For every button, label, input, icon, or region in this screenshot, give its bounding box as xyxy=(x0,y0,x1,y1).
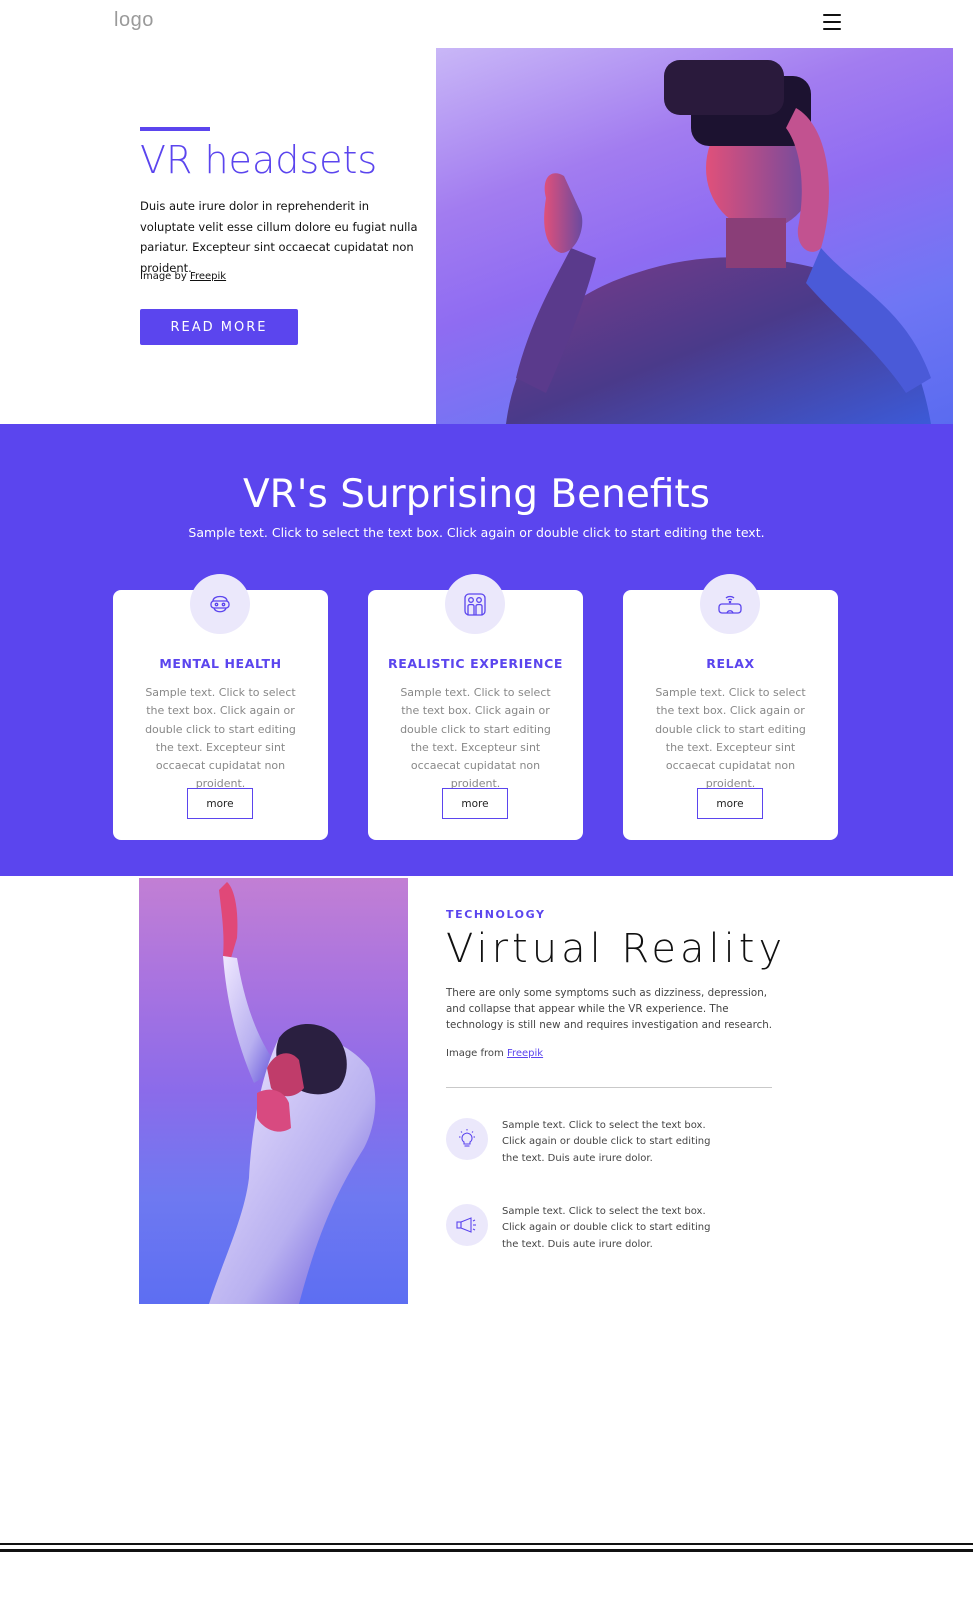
feature-item: Sample text. Click to select the text bo… xyxy=(446,1118,776,1178)
logo[interactable]: logo xyxy=(114,9,154,32)
vr-head-icon xyxy=(190,574,250,634)
benefit-card: MENTAL HEALTH Sample text. Click to sele… xyxy=(113,574,328,840)
vr-woman-illustration xyxy=(209,882,376,1304)
card-text: Sample text. Click to select the text bo… xyxy=(655,686,806,791)
tech-label: TECHNOLOGY xyxy=(446,908,546,921)
divider xyxy=(446,1087,772,1088)
border-line xyxy=(0,1543,973,1545)
card-title: RELAX xyxy=(706,656,755,671)
tech-title: Virtual Reality xyxy=(446,926,787,972)
more-button[interactable]: more xyxy=(442,788,508,819)
vr-people-icon xyxy=(445,574,505,634)
feature-item: Sample text. Click to select the text bo… xyxy=(446,1204,776,1264)
hamburger-line xyxy=(823,28,841,30)
card-text: Sample text. Click to select the text bo… xyxy=(145,686,296,791)
read-more-button[interactable]: READ MORE xyxy=(140,309,298,345)
hero-title: VR headsets xyxy=(140,138,378,182)
border-line xyxy=(0,1549,973,1552)
bottom-border xyxy=(0,1543,973,1557)
benefits-title: VR's Surprising Benefits xyxy=(242,472,710,517)
benefit-card: RELAX Sample text. Click to select the t… xyxy=(623,574,838,840)
benefits-subtitle: Sample text. Click to select the text bo… xyxy=(188,525,765,540)
megaphone-icon xyxy=(446,1204,488,1246)
hero-image-credit: Image by Freepik xyxy=(140,271,226,282)
tech-image-credit: Image from Freepik xyxy=(446,1048,543,1059)
hero-text: Duis aute irure dolor in reprehenderit i… xyxy=(140,199,418,275)
freepik-link[interactable]: Freepik xyxy=(507,1048,543,1059)
hero-vr-image xyxy=(436,48,953,424)
lightbulb-icon xyxy=(446,1118,488,1160)
credit-prefix: Image by xyxy=(140,271,190,282)
feature-text: Sample text. Click to select the text bo… xyxy=(502,1206,711,1250)
benefits-section: VR's Surprising Benefits Sample text. Cl… xyxy=(0,424,953,876)
vr-goggles-wifi-icon xyxy=(700,574,760,634)
benefit-card: REALISTIC EXPERIENCE Sample text. Click … xyxy=(368,574,583,840)
hero-accent-bar xyxy=(140,127,210,131)
hero-section: VR headsets Duis aute irure dolor in rep… xyxy=(0,48,953,424)
card-text: Sample text. Click to select the text bo… xyxy=(400,686,551,791)
card-title: REALISTIC EXPERIENCE xyxy=(387,656,564,671)
freepik-link[interactable]: Freepik xyxy=(190,271,226,282)
tech-text: There are only some symptoms such as diz… xyxy=(446,987,773,1031)
vr-woman-image xyxy=(139,878,408,1304)
vr-man-illustration xyxy=(506,60,931,424)
hamburger-menu-icon[interactable] xyxy=(823,14,841,30)
more-button[interactable]: more xyxy=(697,788,763,819)
site-header: logo xyxy=(0,0,953,48)
hamburger-line xyxy=(823,21,841,23)
feature-text: Sample text. Click to select the text bo… xyxy=(502,1120,711,1164)
hamburger-line xyxy=(823,14,841,16)
more-button[interactable]: more xyxy=(187,788,253,819)
credit-prefix: Image from xyxy=(446,1048,507,1059)
card-title: MENTAL HEALTH xyxy=(159,656,282,671)
